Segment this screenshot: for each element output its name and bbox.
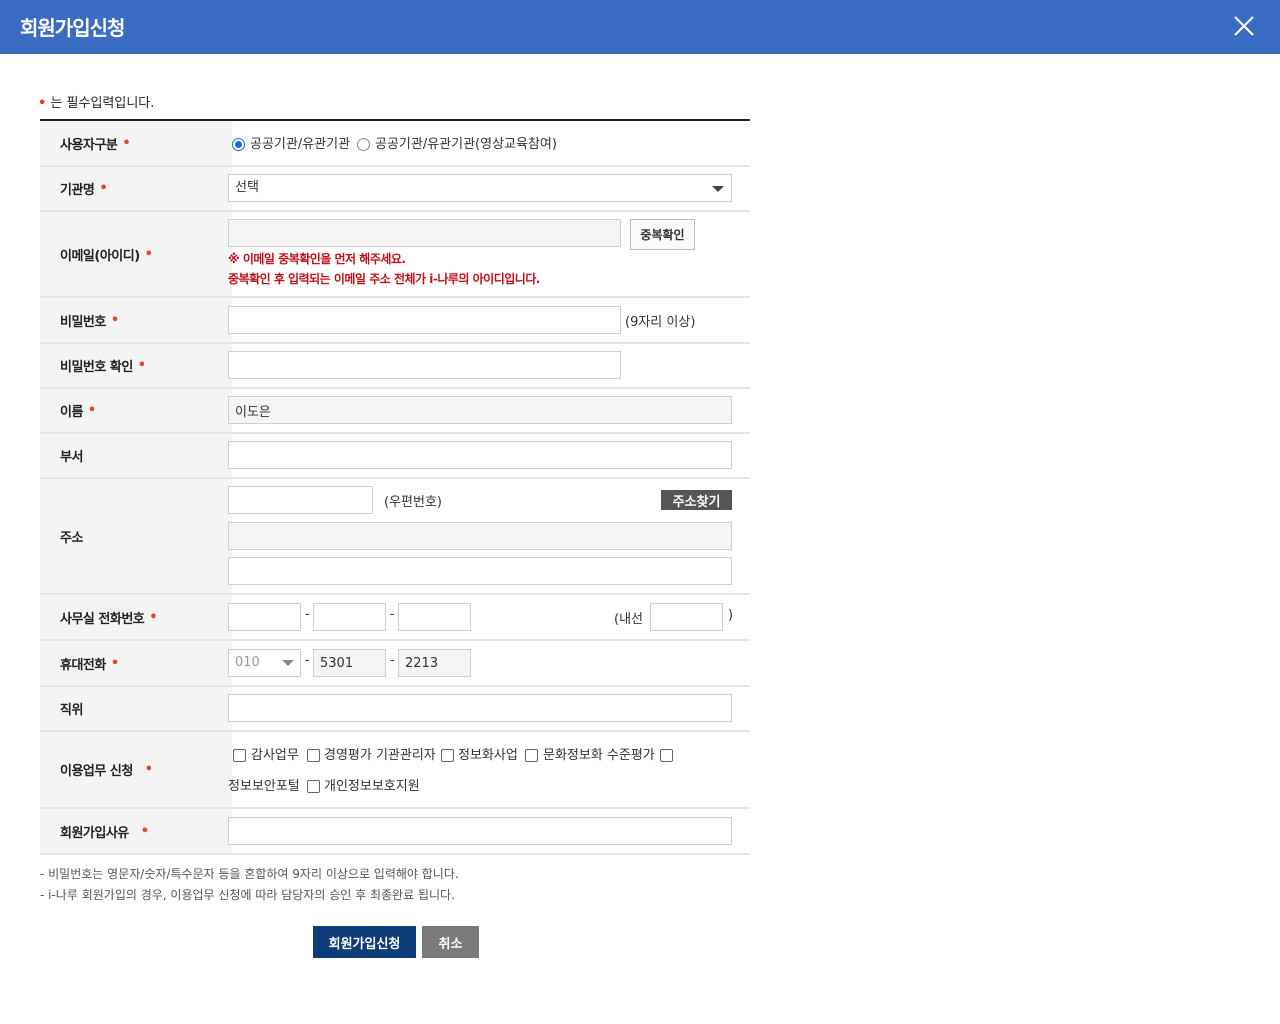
row-mobile: 휴대전화• 010 - - (40, 641, 750, 687)
password-hint: (9자리 이상) (625, 315, 696, 330)
label-services: 이용업무 신청 • (40, 732, 232, 807)
postcode-label: (우편번호) (384, 495, 442, 510)
phone-separator: - (390, 607, 395, 622)
label-position: 직위 (40, 687, 232, 730)
position-input[interactable] (228, 694, 732, 722)
required-note: • 는 필수입력입니다. (38, 92, 154, 111)
org-name-select[interactable]: 선택 (228, 174, 732, 202)
row-org-name: 기관명 • 선택 (40, 167, 750, 212)
label-mobile: 휴대전화 • (40, 641, 232, 685)
mobile-mid-input[interactable] (313, 649, 386, 677)
label-address: 주소 (40, 479, 232, 593)
row-name: 이름 • (40, 389, 750, 434)
checkbox-culture-eval-label[interactable]: 문화정보화 수준평가 (543, 744, 655, 763)
row-reason: 회원가입사유 • (40, 809, 750, 855)
office-phone-2-input[interactable] (313, 603, 386, 631)
note-password-rule: - 비밀번호는 영문자/숫자/특수문자 등을 혼합하여 9자리 이상으로 입력해… (40, 867, 459, 881)
label-password: 비밀번호 • (40, 298, 232, 342)
extension-close: ) (728, 608, 734, 623)
label-user-type: 사용자구분 • (40, 121, 232, 165)
address-line1-input[interactable] (228, 522, 732, 550)
office-phone-1-input[interactable] (228, 603, 301, 631)
duplicate-check-button[interactable]: 중복확인 (630, 219, 695, 250)
checkbox-security-portal[interactable] (660, 749, 673, 762)
chevron-down-icon (282, 660, 294, 666)
extension-label: (내선 (614, 612, 643, 627)
close-icon[interactable] (1228, 10, 1260, 42)
extension-input[interactable] (650, 603, 723, 631)
radio-public-org[interactable] (232, 138, 245, 151)
email-warning-2: 중복확인 후 입력되는 이메일 주소 전체가 i-나루의 아이디입니다. (228, 272, 540, 286)
chevron-down-icon (712, 186, 724, 192)
row-office-phone: 사무실 전화번호 • - - (내선 ) (40, 595, 750, 641)
required-note-text: 는 필수입력입니다. (50, 96, 155, 111)
row-password: 비밀번호 • (9자리 이상) (40, 298, 750, 344)
row-position: 직위 (40, 687, 750, 732)
row-services: 이용업무 신청 • 감사업무 경영평가 기관관리자 정보화사업 문화정보화 수준평… (40, 732, 750, 809)
label-email: 이메일(아이디) • (40, 212, 232, 296)
email-input[interactable] (228, 219, 621, 247)
row-user-type: 사용자구분 • 공공기관/유관기관 공공기관/유관기관(영상교육참여) (40, 121, 750, 167)
postcode-input[interactable] (228, 486, 373, 514)
radio-public-org-video[interactable] (357, 138, 370, 151)
label-org-name: 기관명 • (40, 167, 232, 210)
label-password-confirm: 비밀번호 확인 • (40, 344, 232, 387)
org-name-select-value: 선택 (235, 180, 259, 195)
submit-button[interactable]: 회원가입신청 (313, 926, 416, 958)
password-confirm-input[interactable] (228, 351, 621, 379)
checkbox-info-project-label[interactable]: 정보화사업 (458, 744, 518, 763)
office-phone-3-input[interactable] (398, 603, 471, 631)
checkbox-mgmt-eval-label[interactable]: 경영평가 기관관리자 (324, 744, 436, 763)
checkbox-security-portal-label[interactable]: 정보보안포털 (228, 775, 300, 794)
password-input[interactable] (228, 306, 621, 334)
row-address: 주소 (우편번호) 주소찾기 (40, 479, 750, 595)
label-reason: 회원가입사유 • (40, 809, 232, 853)
checkbox-privacy-support-label[interactable]: 개인정보보호지원 (324, 775, 420, 794)
phone-separator: - (305, 653, 310, 668)
checkbox-privacy-support[interactable] (307, 780, 320, 793)
phone-separator: - (390, 653, 395, 668)
radio-public-org-video-label[interactable]: 공공기관/유관기관(영상교육참여) (375, 133, 557, 152)
note-approval: - i-나루 회원가입의 경우, 이용업무 신청에 따라 담당자의 승인 후 최… (40, 888, 455, 902)
row-department: 부서 (40, 434, 750, 479)
window-header: 회원가입신청 (0, 0, 1280, 54)
label-department: 부서 (40, 434, 232, 477)
address-line2-input[interactable] (228, 557, 732, 585)
label-office-phone: 사무실 전화번호 • (40, 595, 232, 639)
row-password-confirm: 비밀번호 확인 • (40, 344, 750, 389)
window-title: 회원가입신청 (20, 16, 125, 40)
email-warning-1: ※ 이메일 중복확인을 먼저 해주세요. (228, 252, 406, 266)
name-input[interactable] (228, 396, 732, 424)
mobile-last-input[interactable] (398, 649, 471, 677)
radio-public-org-label[interactable]: 공공기관/유관기관 (250, 133, 350, 152)
label-name: 이름 • (40, 389, 232, 432)
address-search-button[interactable]: 주소찾기 (661, 490, 732, 510)
department-input[interactable] (228, 441, 732, 469)
checkbox-info-project[interactable] (441, 749, 454, 762)
required-mark: • (38, 96, 47, 111)
row-email: 이메일(아이디) • 중복확인 ※ 이메일 중복확인을 먼저 해주세요. 중복확인… (40, 212, 750, 298)
reason-input[interactable] (228, 817, 732, 845)
checkbox-mgmt-eval[interactable] (307, 749, 320, 762)
cancel-button[interactable]: 취소 (422, 926, 479, 958)
phone-separator: - (305, 607, 310, 622)
checkbox-audit-label[interactable]: 감사업무 (251, 744, 299, 763)
checkbox-culture-eval[interactable] (525, 749, 538, 762)
checkbox-audit[interactable] (233, 749, 246, 762)
